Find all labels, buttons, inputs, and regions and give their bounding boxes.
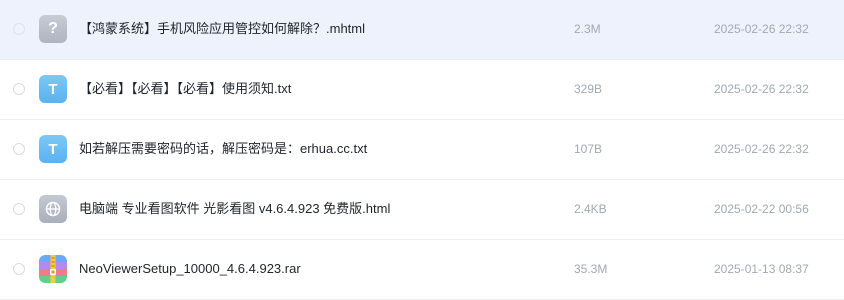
- file-row[interactable]: ? 【鸿蒙系统】手机风险应用管控如何解除？.mhtml 2.3M 2025-02…: [0, 0, 844, 60]
- txt-file-icon: T: [39, 135, 67, 163]
- file-date: 2025-02-26 22:32: [714, 142, 809, 156]
- web-file-icon: [39, 195, 67, 223]
- file-list: ? 【鸿蒙系统】手机风险应用管控如何解除？.mhtml 2.3M 2025-02…: [0, 0, 844, 300]
- file-date: 2025-02-22 00:56: [714, 202, 809, 216]
- unknown-file-icon: ?: [39, 15, 67, 43]
- file-name[interactable]: 如若解压需要密码的话，解压密码是：erhua.cc.txt: [79, 140, 367, 158]
- file-size: 35.3M: [574, 262, 608, 276]
- txt-file-icon: T: [39, 75, 67, 103]
- file-date: 2025-02-26 22:32: [714, 22, 809, 36]
- file-name[interactable]: 【鸿蒙系统】手机风险应用管控如何解除？.mhtml: [79, 20, 365, 38]
- row-checkbox[interactable]: [13, 23, 25, 35]
- file-size: 2.3M: [574, 22, 601, 36]
- file-name[interactable]: NeoViewerSetup_10000_4.6.4.923.rar: [79, 260, 301, 278]
- row-checkbox[interactable]: [13, 263, 25, 275]
- row-checkbox[interactable]: [13, 143, 25, 155]
- file-date: 2025-01-13 08:37: [714, 262, 809, 276]
- row-checkbox[interactable]: [13, 83, 25, 95]
- archive-file-icon: [39, 255, 67, 283]
- file-name[interactable]: 电脑端 专业看图软件 光影看图 v4.6.4.923 免费版.html: [79, 200, 390, 218]
- file-row[interactable]: 电脑端 专业看图软件 光影看图 v4.6.4.923 免费版.html 2.4K…: [0, 180, 844, 240]
- rar-archive-icon: [39, 255, 67, 283]
- row-checkbox[interactable]: [13, 203, 25, 215]
- file-row[interactable]: T 如若解压需要密码的话，解压密码是：erhua.cc.txt 107B 202…: [0, 120, 844, 180]
- file-size: 329B: [574, 82, 603, 96]
- file-row[interactable]: T 【必看】【必看】【必看】使用须知.txt 329B 2025-02-26 2…: [0, 60, 844, 120]
- globe-icon: [45, 201, 61, 217]
- file-size: 2.4KB: [574, 202, 607, 216]
- file-date: 2025-02-26 22:32: [714, 82, 809, 96]
- file-name[interactable]: 【必看】【必看】【必看】使用须知.txt: [79, 80, 291, 98]
- file-size: 107B: [574, 142, 603, 156]
- file-row[interactable]: NeoViewerSetup_10000_4.6.4.923.rar 35.3M…: [0, 240, 844, 300]
